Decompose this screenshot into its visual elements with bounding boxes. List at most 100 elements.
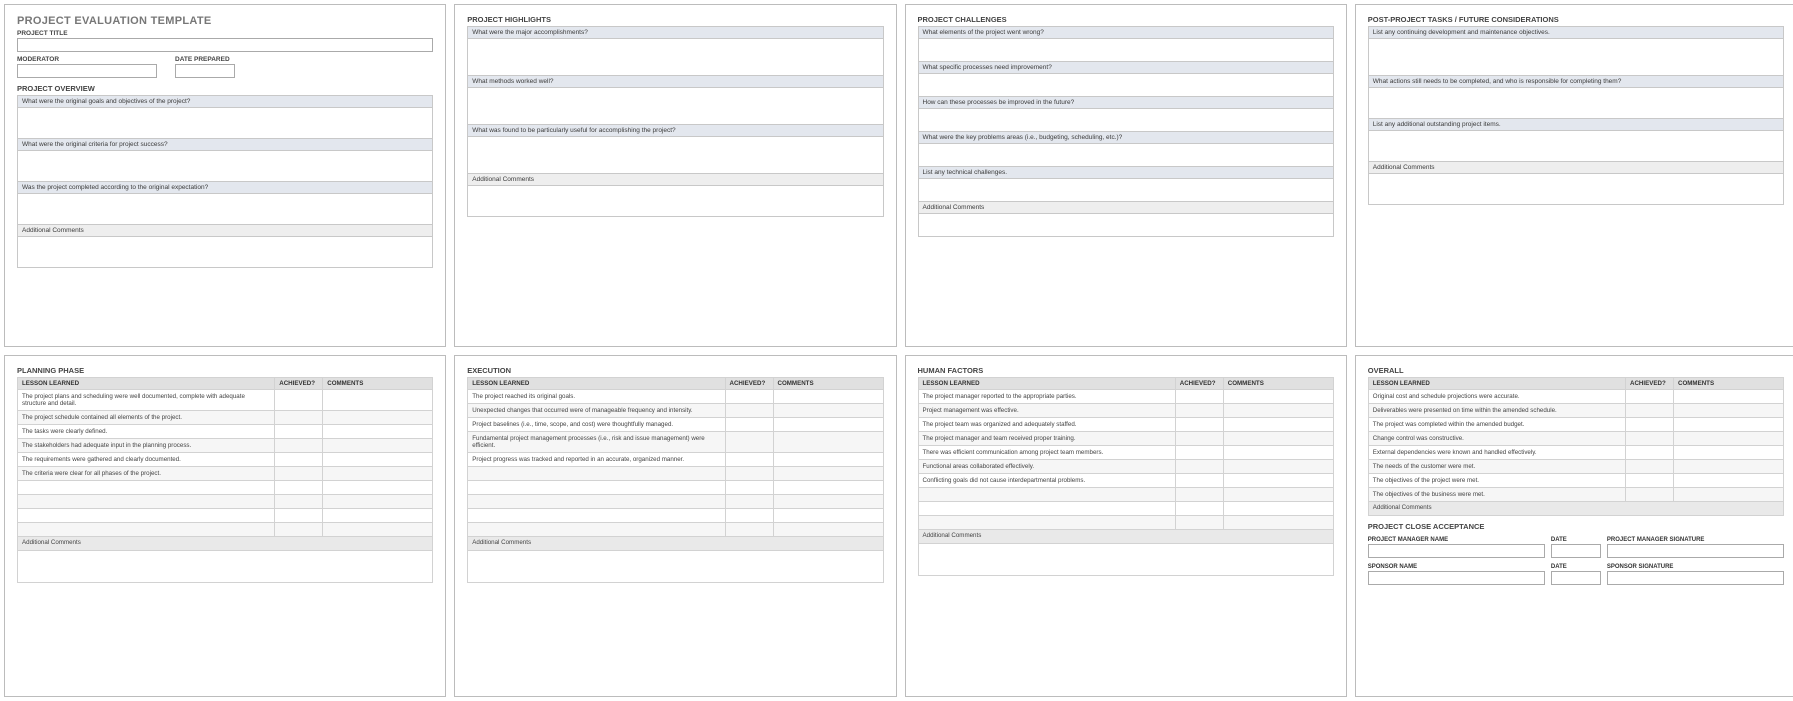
page-4: POST-PROJECT TASKS / FUTURE CONSIDERATIO…: [1355, 4, 1793, 347]
table-row: The objectives of the business were met.: [1368, 487, 1625, 501]
table-row[interactable]: [18, 480, 275, 494]
col-achieved: ACHIEVED?: [275, 377, 323, 389]
p2-q4-body[interactable]: [468, 186, 882, 216]
moderator-input[interactable]: [17, 64, 157, 78]
additional-comments-label: Additional Comments: [468, 536, 883, 550]
project-title-input[interactable]: [17, 38, 433, 52]
p2-q3: What was found to be particularly useful…: [468, 125, 882, 137]
additional-comments-label: Additional Comments: [18, 536, 433, 550]
p3-q6: Additional Comments: [919, 202, 1333, 214]
pm-date-label: DATE: [1551, 537, 1601, 543]
sponsor-sig-input[interactable]: [1607, 571, 1784, 585]
table-row[interactable]: [468, 508, 725, 522]
p3-q2: What specific processes need improvement…: [919, 62, 1333, 74]
template-sheet-grid: PROJECT EVALUATION TEMPLATE PROJECT TITL…: [4, 4, 1793, 697]
table-row: The needs of the customer were met.: [1368, 459, 1625, 473]
p1-q3-body[interactable]: [18, 194, 432, 224]
pm-sig-input[interactable]: [1607, 544, 1784, 558]
table-row: External dependencies were known and han…: [1368, 445, 1625, 459]
date-prepared-input[interactable]: [175, 64, 235, 78]
p4-q3-body[interactable]: [1369, 131, 1783, 161]
sponsor-name-input[interactable]: [1368, 571, 1545, 585]
p2-q3-body[interactable]: [468, 137, 882, 173]
p3-q4-body[interactable]: [919, 144, 1333, 166]
page-3: PROJECT CHALLENGES What elements of the …: [905, 4, 1347, 347]
sponsor-name-label: SPONSOR NAME: [1368, 564, 1545, 570]
p1-q4-body[interactable]: [18, 237, 432, 267]
p1-q2-body[interactable]: [18, 151, 432, 181]
p3-q2-body[interactable]: [919, 74, 1333, 96]
table-row: Functional areas collaborated effectivel…: [918, 459, 1175, 473]
p4-q3: List any additional outstanding project …: [1369, 119, 1783, 131]
table-row[interactable]: [18, 522, 275, 536]
section-post-project: POST-PROJECT TASKS / FUTURE CONSIDERATIO…: [1368, 15, 1784, 24]
planning-lessons-table: LESSON LEARNED ACHIEVED? COMMENTS The pr…: [17, 377, 433, 583]
table-row: Project progress was tracked and reporte…: [468, 452, 725, 466]
section-overall: OVERALL: [1368, 366, 1784, 375]
p3-q5-body[interactable]: [919, 179, 1333, 201]
table-row: Fundamental project management processes…: [468, 431, 725, 452]
table-row: The requirements were gathered and clear…: [18, 452, 275, 466]
section-human-factors: HUMAN FACTORS: [918, 366, 1334, 375]
additional-comments-body[interactable]: [18, 550, 433, 582]
table-row: The project was completed within the ame…: [1368, 417, 1625, 431]
table-row: The project schedule contained all eleme…: [18, 410, 275, 424]
p3-q1-body[interactable]: [919, 39, 1333, 61]
table-row: The project reached its original goals.: [468, 389, 725, 403]
human-factors-lessons-table: LESSON LEARNED ACHIEVED? COMMENTS The pr…: [918, 377, 1334, 576]
pm-name-input[interactable]: [1368, 544, 1545, 558]
p2-q1-body[interactable]: [468, 39, 882, 75]
page-7: HUMAN FACTORS LESSON LEARNED ACHIEVED? C…: [905, 355, 1347, 698]
table-row: The tasks were clearly defined.: [18, 424, 275, 438]
additional-comments-body[interactable]: [918, 543, 1333, 575]
p3-q1: What elements of the project went wrong?: [919, 27, 1333, 39]
date-prepared-label: DATE PREPARED: [175, 56, 235, 63]
col-lesson: LESSON LEARNED: [18, 377, 275, 389]
p2-q2: What methods worked well?: [468, 76, 882, 88]
table-row[interactable]: [468, 480, 725, 494]
pm-date-input[interactable]: [1551, 544, 1601, 558]
sponsor-sig-label: SPONSOR SIGNATURE: [1607, 564, 1784, 570]
section-project-challenges: PROJECT CHALLENGES: [918, 15, 1334, 24]
p4-q2-body[interactable]: [1369, 88, 1783, 118]
table-row: The criteria were clear for all phases o…: [18, 466, 275, 480]
overall-lessons-table: LESSON LEARNED ACHIEVED? COMMENTS Origin…: [1368, 377, 1784, 516]
project-title-label: PROJECT TITLE: [17, 30, 433, 37]
section-execution: EXECUTION: [467, 366, 883, 375]
p3-q3-body[interactable]: [919, 109, 1333, 131]
table-row[interactable]: [18, 494, 275, 508]
sponsor-date-input[interactable]: [1551, 571, 1601, 585]
p1-q2: What were the original criteria for proj…: [18, 139, 432, 151]
table-row[interactable]: [468, 494, 725, 508]
p1-q4: Additional Comments: [18, 225, 432, 237]
pm-sig-label: PROJECT MANAGER SIGNATURE: [1607, 537, 1784, 543]
p4-q4-body[interactable]: [1369, 174, 1783, 204]
comments-cell[interactable]: [323, 389, 433, 410]
p4-q4: Additional Comments: [1369, 162, 1783, 174]
moderator-label: MODERATOR: [17, 56, 157, 63]
table-row[interactable]: [468, 522, 725, 536]
p3-q3: How can these processes be improved in t…: [919, 97, 1333, 109]
table-row: Unexpected changes that occurred were of…: [468, 403, 725, 417]
table-row[interactable]: [468, 466, 725, 480]
p4-q1: List any continuing development and main…: [1369, 27, 1783, 39]
p3-q6-body[interactable]: [919, 214, 1333, 236]
additional-comments-body[interactable]: [468, 550, 883, 582]
table-row: The project plans and scheduling were we…: [18, 389, 275, 410]
sponsor-date-label: DATE: [1551, 564, 1601, 570]
table-row[interactable]: [18, 508, 275, 522]
p4-q1-body[interactable]: [1369, 39, 1783, 75]
p1-q3: Was the project completed according to t…: [18, 182, 432, 194]
p2-q2-body[interactable]: [468, 88, 882, 124]
section-project-overview: PROJECT OVERVIEW: [17, 84, 433, 93]
table-row[interactable]: [918, 487, 1175, 501]
table-row[interactable]: [918, 501, 1175, 515]
table-row[interactable]: [918, 515, 1175, 529]
p2-q4: Additional Comments: [468, 174, 882, 186]
table-row: Project baselines (i.e., time, scope, an…: [468, 417, 725, 431]
page-2: PROJECT HIGHLIGHTS What were the major a…: [454, 4, 896, 347]
achieved-cell[interactable]: [275, 389, 323, 410]
additional-comments-label: Additional Comments: [918, 529, 1333, 543]
p1-q1-body[interactable]: [18, 108, 432, 138]
table-row: The objectives of the project were met.: [1368, 473, 1625, 487]
